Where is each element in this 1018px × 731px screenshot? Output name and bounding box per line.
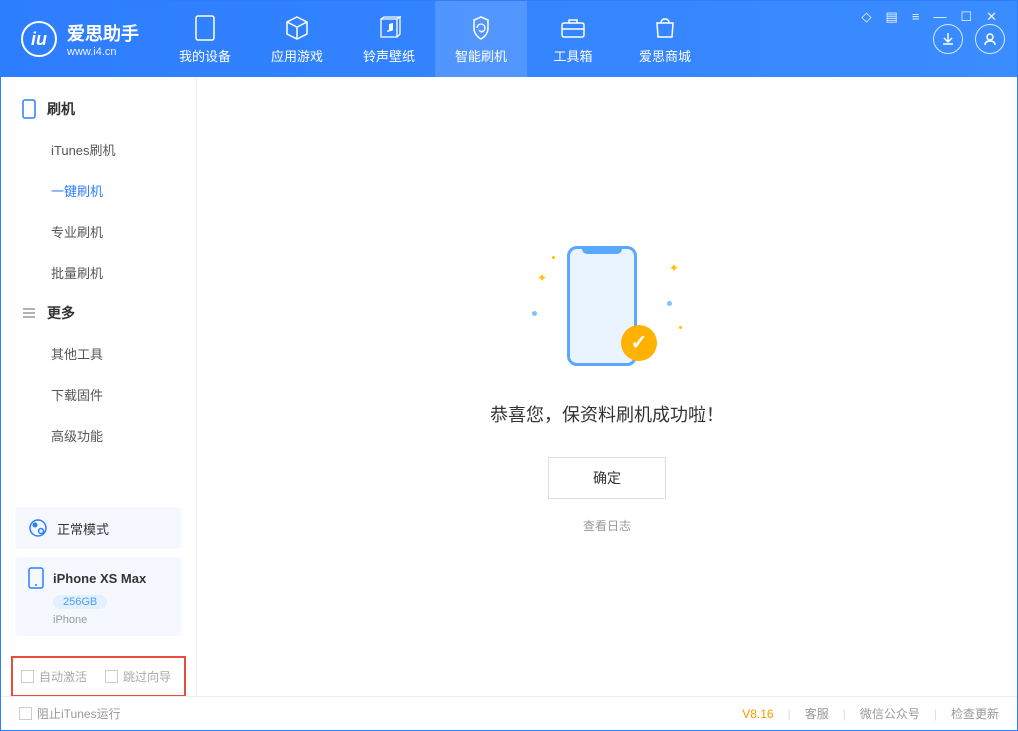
device-capacity: 256GB: [53, 595, 107, 609]
device-box[interactable]: iPhone XS Max 256GB iPhone: [15, 557, 182, 636]
nav-tab-toolbox[interactable]: 工具箱: [527, 1, 619, 77]
status-box[interactable]: 正常模式: [15, 507, 182, 549]
user-icon[interactable]: [975, 24, 1005, 54]
app-name: 爱思助手: [67, 20, 139, 46]
window-controls: ◇ ▤ ≡ — ☐ ✕: [862, 9, 997, 25]
sidebar-item-batch-flash[interactable]: 批量刷机: [1, 252, 196, 293]
sidebar: 刷机 iTunes刷机 一键刷机 专业刷机 批量刷机 更多 其他工具 下载固件 …: [1, 77, 197, 697]
toolbox-icon: [559, 14, 587, 42]
main-content: ✦ ✓ ✦ 恭喜您，保资料刷机成功啦！ 确定 查看日志: [197, 77, 1017, 697]
sidebar-item-pro-flash[interactable]: 专业刷机: [1, 211, 196, 252]
logo-icon: iu: [21, 21, 57, 57]
footer: 阻止iTunes运行 V8.16 | 客服 | 微信公众号 | 检查更新: [1, 696, 1017, 730]
sidebar-section-more: 更多: [1, 293, 196, 333]
view-log-link[interactable]: 查看日志: [583, 517, 631, 534]
sidebar-item-oneclick-flash[interactable]: 一键刷机: [1, 170, 196, 211]
device-icon: [191, 14, 219, 42]
nav-tabs: 我的设备 应用游戏 铃声壁纸 智能刷机 工具箱 爱思商城: [159, 1, 711, 77]
success-message: 恭喜您，保资料刷机成功啦！: [490, 401, 724, 427]
settings-icon[interactable]: ≡: [912, 9, 920, 25]
shop-icon: [651, 14, 679, 42]
device-type: iPhone: [53, 614, 170, 626]
menu-icon[interactable]: ▤: [886, 9, 898, 25]
nav-tab-device[interactable]: 我的设备: [159, 1, 251, 77]
sidebar-section-flash: 刷机: [1, 89, 196, 129]
footer-link-update[interactable]: 检查更新: [951, 705, 999, 722]
sidebar-item-itunes-flash[interactable]: iTunes刷机: [1, 129, 196, 170]
music-icon: [375, 14, 403, 42]
sidebar-item-other-tools[interactable]: 其他工具: [1, 333, 196, 374]
maximize-icon[interactable]: ☐: [960, 9, 972, 25]
app-header: iu 爱思助手 www.i4.cn 我的设备 应用游戏 铃声壁纸 智能刷机 工具…: [1, 1, 1017, 77]
nav-tab-apps[interactable]: 应用游戏: [251, 1, 343, 77]
minimize-icon[interactable]: —: [933, 9, 946, 25]
close-icon[interactable]: ✕: [986, 9, 997, 25]
device-name-label: iPhone XS Max: [53, 571, 146, 586]
skin-icon[interactable]: ◇: [862, 9, 872, 25]
status-label: 正常模式: [57, 519, 109, 538]
success-illustration: ✦ ✓ ✦: [527, 241, 687, 371]
nav-tab-flash[interactable]: 智能刷机: [435, 1, 527, 77]
footer-link-wechat[interactable]: 微信公众号: [860, 705, 920, 722]
cube-icon: [283, 14, 311, 42]
nav-tab-ringtone[interactable]: 铃声壁纸: [343, 1, 435, 77]
check-badge-icon: ✓: [621, 325, 657, 361]
download-icon[interactable]: [933, 24, 963, 54]
confirm-button[interactable]: 确定: [548, 457, 666, 499]
checkbox-skip-guide[interactable]: 跳过向导: [105, 668, 171, 685]
sidebar-item-download-fw[interactable]: 下载固件: [1, 374, 196, 415]
checkbox-block-itunes[interactable]: 阻止iTunes运行: [19, 705, 121, 722]
checkbox-auto-activate[interactable]: 自动激活: [21, 668, 87, 685]
sidebar-item-advanced[interactable]: 高级功能: [1, 415, 196, 456]
refresh-icon: [467, 14, 495, 42]
highlighted-options: 自动激活 跳过向导: [11, 656, 186, 697]
checkbox-icon: [105, 670, 118, 683]
app-logo: iu 爱思助手 www.i4.cn: [1, 20, 159, 58]
header-right: ◇ ▤ ≡ — ☐ ✕: [933, 24, 1017, 54]
status-icon: [27, 517, 49, 539]
list-icon: [21, 305, 37, 321]
app-url: www.i4.cn: [67, 46, 139, 58]
checkbox-icon: [21, 670, 34, 683]
nav-tab-shop[interactable]: 爱思商城: [619, 1, 711, 77]
device-phone-icon: [27, 567, 45, 589]
phone-icon: [21, 99, 37, 119]
version-label: V8.16: [742, 707, 773, 721]
footer-link-support[interactable]: 客服: [805, 705, 829, 722]
checkbox-icon: [19, 707, 32, 720]
